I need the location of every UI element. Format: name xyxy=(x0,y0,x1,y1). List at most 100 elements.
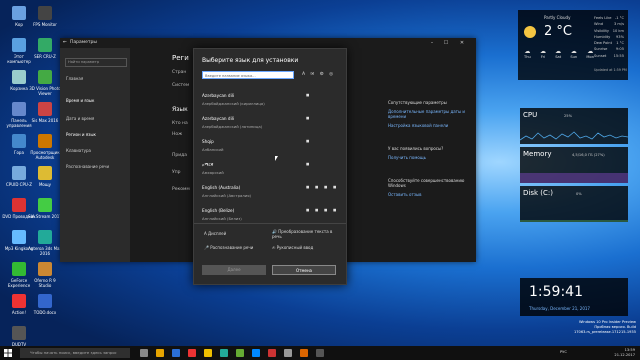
weather-updated: Updated at 1:59 PM xyxy=(594,68,627,72)
app-icon xyxy=(38,166,52,180)
forecast-day: ☁ Sun xyxy=(570,48,577,59)
app-icon[interactable] xyxy=(316,349,324,357)
app-icon xyxy=(38,294,52,308)
microphone-icon: 🎤 xyxy=(204,245,209,250)
app-icon[interactable] xyxy=(252,349,260,357)
app-icon[interactable] xyxy=(220,349,228,357)
language-search-input[interactable]: Введите название языка... xyxy=(202,71,294,79)
language-feature-icon: ■ xyxy=(333,185,337,189)
desktop-icon[interactable]: Oferno R 9 Studio xyxy=(28,262,62,288)
forecast-day-label: Fri xyxy=(540,55,546,59)
app-icon[interactable] xyxy=(188,349,196,357)
sidebar-item-keyboard[interactable]: Клавиатура xyxy=(66,148,91,153)
language-item[interactable]: English (Australia) Английский (Австралия… xyxy=(202,185,340,198)
tray-lang[interactable]: РУС xyxy=(560,350,567,354)
sidebar-item-region-language[interactable]: Регион и язык xyxy=(66,132,96,137)
language-item[interactable]: አማርኛ Амхарский ■ xyxy=(202,162,340,175)
app-icon xyxy=(38,230,52,244)
related-link[interactable]: Дополнительные параметры даты и времени xyxy=(388,109,476,119)
settings-gear-icon[interactable] xyxy=(284,349,292,357)
close-button[interactable]: ✕ xyxy=(456,38,468,48)
desktop-icon[interactable]: DUDTV xyxy=(2,326,36,347)
language-item[interactable]: English (Belize) Английский (Белиз) ■ ■ ■ ■ xyxy=(202,208,340,221)
forecast-day: ☁ Fri xyxy=(540,48,546,59)
desktop-icon[interactable]: SIA Stream 2017 xyxy=(28,198,62,219)
desktop-icon[interactable]: Мощу xyxy=(28,166,62,187)
minimize-button[interactable]: – xyxy=(426,38,438,48)
tray-clock[interactable]: 13:59 21.12.2017 xyxy=(585,348,635,358)
desktop-icon-label: Anteroa 3ds Max 2016 xyxy=(28,246,62,256)
weather-detail-value: 15:55 xyxy=(613,53,624,58)
edge-icon[interactable] xyxy=(172,349,180,357)
app-icon xyxy=(12,198,26,212)
app-icon[interactable] xyxy=(300,349,308,357)
next-button[interactable]: Далее xyxy=(202,265,266,275)
app-icon xyxy=(12,326,26,340)
memory-value: 4,5/16,0 ГБ (27%) xyxy=(572,153,605,157)
desktop-icon[interactable]: FPS Monitor xyxy=(28,6,62,27)
main-line: Систем xyxy=(172,83,190,88)
forecast-day-label: Mon xyxy=(586,55,594,59)
related-link[interactable]: Настройка языковой панели xyxy=(388,123,476,128)
back-icon[interactable]: ← xyxy=(63,38,67,48)
desktop-icon[interactable]: 3D Vision Photo Viewer xyxy=(28,70,62,96)
language-feature-icon: ■ xyxy=(306,162,310,166)
settings-title: Параметры xyxy=(70,40,97,45)
settings-search-input[interactable]: Найти параметр xyxy=(65,58,127,67)
language-feature-icon: ■ xyxy=(306,208,310,212)
cancel-button[interactable]: Отмена xyxy=(272,265,336,275)
settings-titlebar: ← Параметры – ☐ ✕ xyxy=(60,38,476,48)
main-line: Стран xyxy=(172,70,187,75)
dialog-title: Выберите язык для установки xyxy=(202,57,299,64)
language-item[interactable]: Azərbaycan dili Азербайджанский (кириллиц… xyxy=(202,93,340,106)
main-line: Рекомм xyxy=(172,187,190,192)
related-title: Сопутствующие параметры xyxy=(388,100,447,105)
cpu-value: 25% xyxy=(564,114,572,118)
maximize-button[interactable]: ☐ xyxy=(440,38,452,48)
sidebar-section-time-language: Время и язык xyxy=(66,98,95,103)
feedback-block: Способствуйте совершенствованию Windows … xyxy=(388,178,468,197)
forecast-day: ☁ Mon xyxy=(586,48,594,59)
desktop-icon[interactable]: SER CRU-Z xyxy=(28,38,62,59)
desktop-icon-label: Мощу xyxy=(38,182,52,187)
desktop-icon[interactable]: Просмотрщик Autodesk xyxy=(28,134,62,160)
desktop-icon-label: Просмотрщик Autodesk xyxy=(30,150,60,160)
sidebar-item-datetime[interactable]: Дата и время xyxy=(66,116,94,121)
desktop-icon[interactable]: Sis Max 2016 xyxy=(28,102,62,123)
filter-icons[interactable]: A ✉ ⚙ ◎ xyxy=(302,72,335,77)
file-explorer-icon[interactable] xyxy=(156,349,164,357)
app-icon xyxy=(38,6,52,20)
option-label: Рукописный ввод xyxy=(276,245,314,250)
language-native-name: Азербайджанский (кириллица) xyxy=(202,101,265,106)
language-item[interactable]: Azərbaycan dili Азербайджанский (латиница… xyxy=(202,116,340,129)
desktop-icon[interactable]: TODO.docx xyxy=(28,294,62,315)
language-dialog: Выберите язык для установки Введите назв… xyxy=(193,48,347,285)
help-link[interactable]: Получить помощь xyxy=(388,155,443,160)
app-icon xyxy=(12,294,26,308)
main-line: Упр xyxy=(172,170,181,175)
language-item[interactable]: Shqip Албанский ■ xyxy=(202,139,340,152)
weather-detail-label: Sunset xyxy=(594,53,607,58)
weather-temp: 2 °C xyxy=(544,24,572,39)
task-view-icon[interactable] xyxy=(140,349,148,357)
weather-condition: Partly Cloudy xyxy=(544,15,571,20)
divider xyxy=(194,223,346,224)
feedback-link[interactable]: Оставить отзыв xyxy=(388,192,468,197)
app-icon xyxy=(12,134,26,148)
sidebar-item-speech[interactable]: Распознавание речи xyxy=(66,164,109,169)
taskbar-search-input[interactable]: Чтобы начать поиск, введите здесь запрос xyxy=(20,348,130,358)
windows-start-icon[interactable] xyxy=(4,349,12,357)
desktop-icon-label: SIA Stream 2017 xyxy=(28,214,62,219)
app-icon[interactable] xyxy=(268,349,276,357)
forecast-day: ☁ Thu xyxy=(524,48,531,59)
language-feature-icon: ■ xyxy=(306,185,310,189)
desktop-icon-label: SER CRU-Z xyxy=(34,54,56,59)
app-icon[interactable] xyxy=(236,349,244,357)
app-icon[interactable] xyxy=(204,349,212,357)
desktop-icon[interactable]: Anteroa 3ds Max 2016 xyxy=(28,230,62,256)
sidebar-item-home[interactable]: Главная xyxy=(66,76,83,81)
tray-date: 21.12.2017 xyxy=(614,353,635,357)
taskbar: Чтобы начать поиск, введите здесь запрос… xyxy=(0,346,640,360)
app-icon xyxy=(12,70,26,84)
feedback-title: Способствуйте совершенствованию Windows xyxy=(388,178,465,188)
